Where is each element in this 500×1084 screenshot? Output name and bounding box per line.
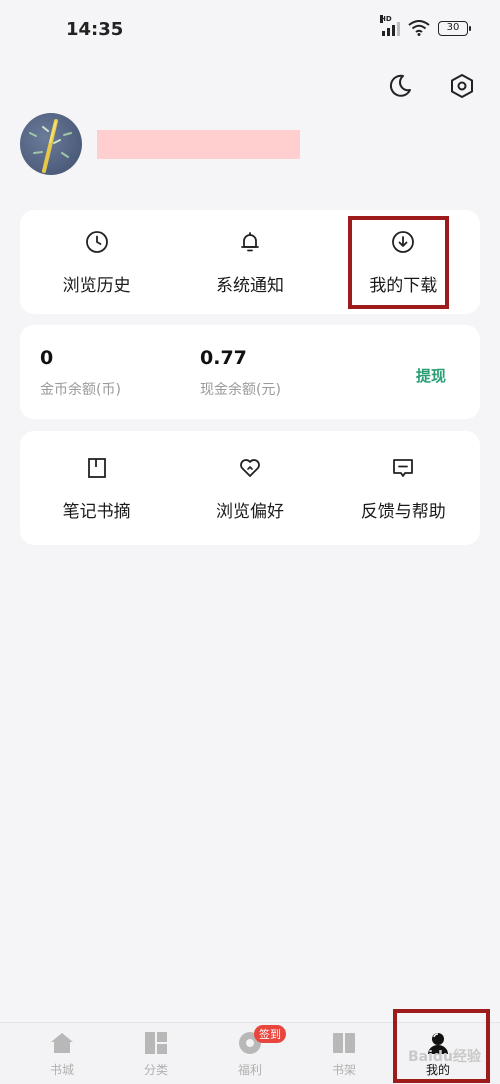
cash-label: 现金余额(元) xyxy=(200,382,281,398)
username-redacted xyxy=(97,130,300,159)
avatar[interactable] xyxy=(20,113,82,175)
category-icon xyxy=(143,1031,169,1055)
browse-preferences-label: 浏览偏好 xyxy=(215,501,284,522)
system-notification-item[interactable]: 系统通知 xyxy=(173,210,326,314)
feedback-help-item[interactable]: 反馈与帮助 xyxy=(327,431,480,545)
wallet-card: 0 金币余额(币) 0.77 现金余额(元) 提现 xyxy=(20,325,480,419)
feedback-message-icon xyxy=(390,455,416,481)
battery-icon: 30 xyxy=(438,20,471,36)
notes-excerpts-item[interactable]: 笔记书摘 xyxy=(20,431,173,545)
bookmark-note-icon xyxy=(84,455,110,481)
coins-label: 金币余额(币) xyxy=(40,382,121,398)
tab-welfare[interactable]: 签到 福利 xyxy=(220,1025,286,1078)
feedback-help-label: 反馈与帮助 xyxy=(360,501,446,522)
cash-value: 0.77 xyxy=(200,347,247,369)
home-icon xyxy=(49,1031,75,1055)
browse-preferences-item[interactable]: 浏览偏好 xyxy=(173,431,326,545)
wifi-icon xyxy=(408,20,430,36)
tab-bookshelf-label: 书架 xyxy=(331,1063,356,1077)
bookshelf-icon xyxy=(331,1031,357,1055)
cash-balance[interactable]: 0.77 现金余额(元) xyxy=(200,347,281,399)
coins-value: 0 xyxy=(40,347,54,369)
tab-category[interactable]: 分类 xyxy=(126,1031,186,1078)
tools-card: 笔记书摘 浏览偏好 反馈与帮助 xyxy=(20,431,480,545)
moon-icon[interactable] xyxy=(384,70,416,102)
watermark: Baidu经验 xyxy=(408,1049,481,1065)
status-bar: 14:35 HD 30 xyxy=(0,0,500,60)
signal-icon: HD xyxy=(380,15,400,36)
browse-history-label: 浏览历史 xyxy=(62,275,131,296)
status-icons: HD 30 xyxy=(380,15,471,36)
checkin-badge: 签到 xyxy=(254,1025,286,1043)
tab-category-label: 分类 xyxy=(143,1063,168,1077)
top-actions xyxy=(384,70,478,102)
browse-history-item[interactable]: 浏览历史 xyxy=(20,210,173,314)
download-highlight-box xyxy=(348,216,449,309)
notes-excerpts-label: 笔记书摘 xyxy=(62,501,131,522)
tab-welfare-label: 福利 xyxy=(237,1063,262,1077)
profile-header[interactable] xyxy=(20,113,480,179)
settings-hexagon-icon[interactable] xyxy=(446,70,478,102)
bell-icon xyxy=(237,229,263,255)
withdraw-button[interactable]: 提现 xyxy=(416,365,446,386)
network-type: HD xyxy=(380,15,392,23)
status-time: 14:35 xyxy=(66,19,124,40)
tab-bookstore-label: 书城 xyxy=(49,1063,74,1077)
heart-icon xyxy=(237,455,263,481)
tab-bookshelf[interactable]: 书架 xyxy=(314,1031,374,1078)
coins-balance[interactable]: 0 金币余额(币) xyxy=(40,347,121,399)
clock-icon xyxy=(84,229,110,255)
tab-bookstore[interactable]: 书城 xyxy=(32,1031,92,1078)
system-notification-label: 系统通知 xyxy=(215,275,284,296)
